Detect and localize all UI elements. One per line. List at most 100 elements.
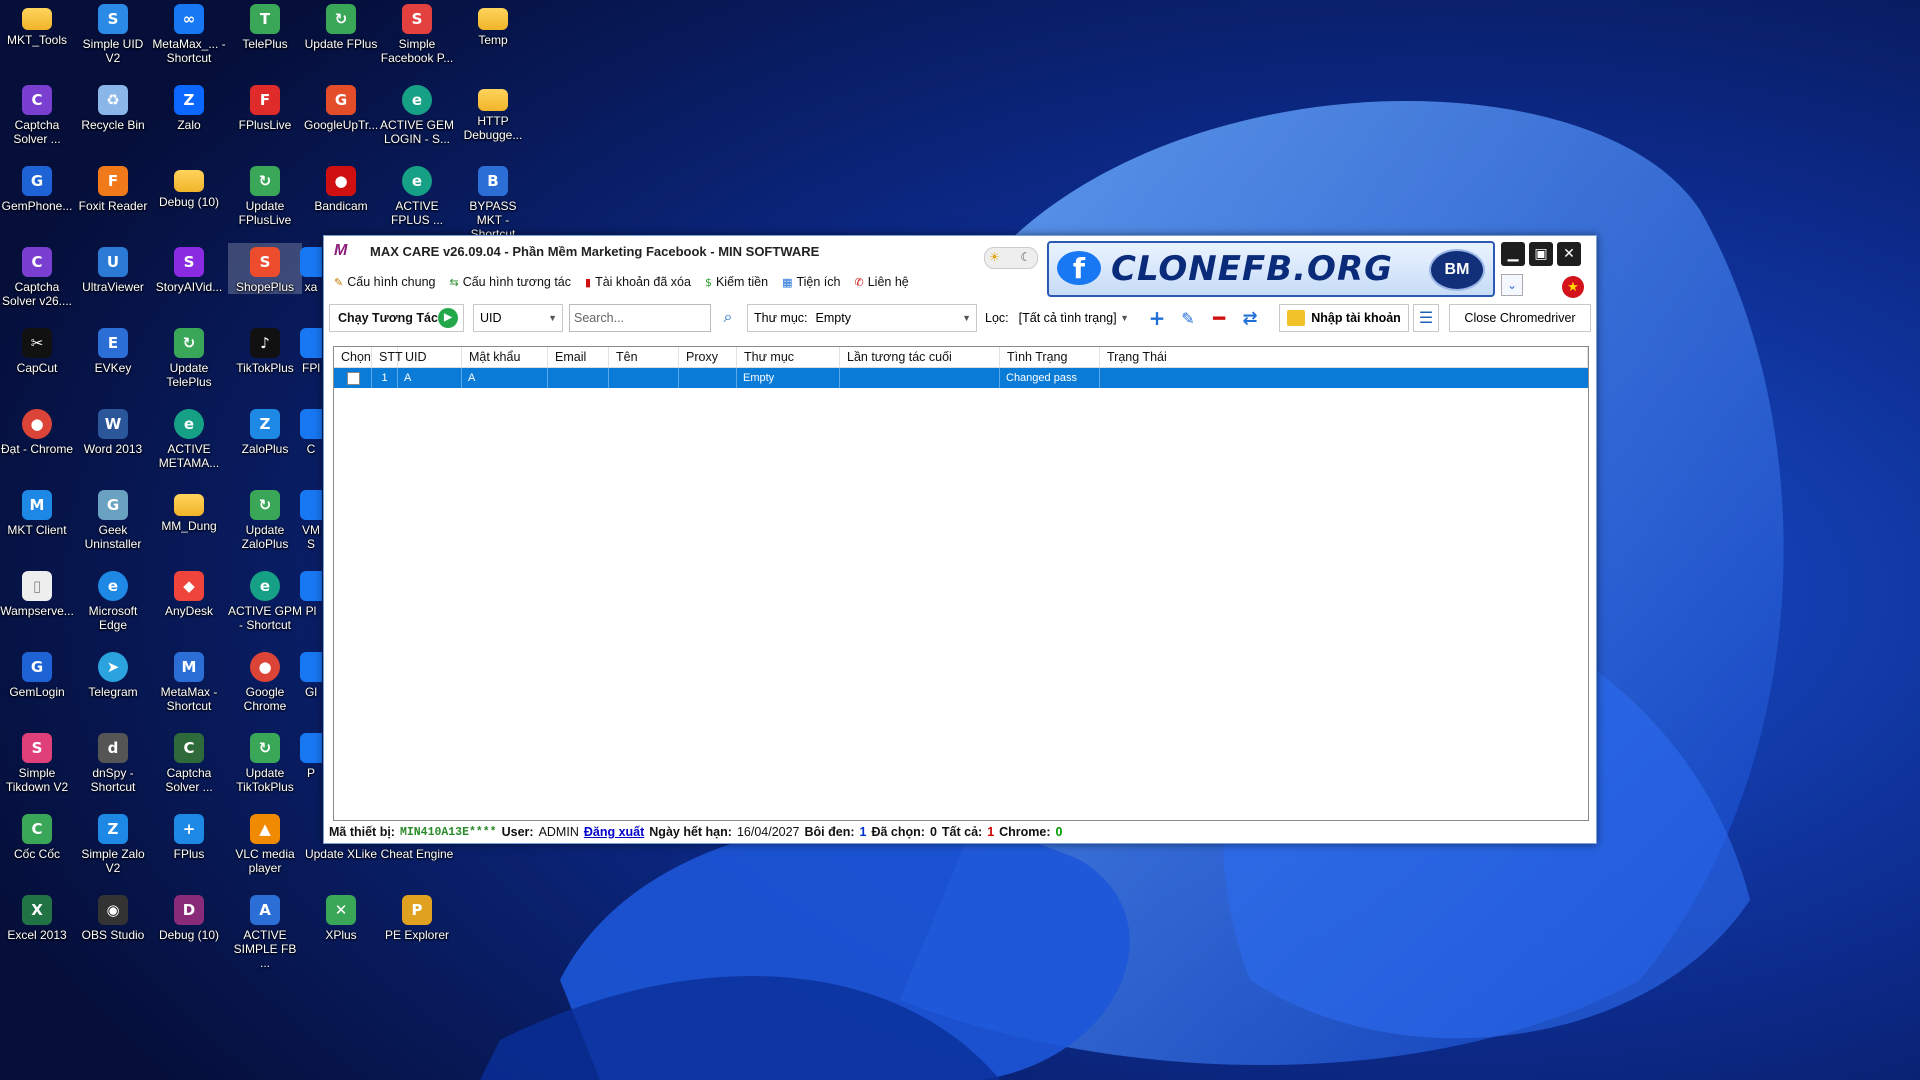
uid-select[interactable]: UID ▼	[473, 304, 563, 332]
search-input[interactable]: Search...	[569, 304, 711, 332]
desktop-icon-11[interactable]: G GoogleUpTr...	[304, 81, 378, 132]
desktop-icon-14[interactable]: G GemPhone...	[0, 162, 74, 213]
desktop-icon-5[interactable]: S Simple Facebook P...	[380, 0, 454, 65]
desktop-icon-34[interactable]: Z ZaloPlus	[228, 405, 302, 456]
menu-item-5[interactable]: ✆ Liên hệ	[855, 272, 909, 292]
desktop-icon-52[interactable]: d dnSpy - Shortcut	[76, 729, 150, 794]
logout-link[interactable]: Đăng xuất	[584, 825, 644, 839]
menu-item-1[interactable]: ⇆ Cấu hình tương tác	[449, 272, 571, 292]
desktop-icon-57[interactable]: C Cốc Cốc	[0, 810, 74, 861]
desktop-icon-66[interactable]: A ACTIVE SIMPLE FB ...	[228, 891, 302, 970]
desktop-icon-35[interactable]: C	[300, 405, 322, 456]
row-checkbox[interactable]	[347, 372, 360, 385]
column-header-7[interactable]: Thư mục	[737, 347, 840, 367]
desktop-icon-48[interactable]: M MetaMax - Shortcut	[152, 648, 226, 713]
desktop-icon-27[interactable]: E EVKey	[76, 324, 150, 375]
clonefb-banner[interactable]: f CLONEFB.ORG BM	[1047, 241, 1495, 297]
close-button[interactable]: ✕	[1557, 242, 1581, 266]
desktop-icon-8[interactable]: ♻ Recycle Bin	[76, 81, 150, 132]
desktop-icon-6[interactable]: Temp	[456, 0, 530, 47]
search-icon[interactable]: ⌕	[715, 304, 741, 332]
desktop-icon-33[interactable]: e ACTIVE METAMA...	[152, 405, 226, 470]
desktop-icon-16[interactable]: Debug (10)	[152, 162, 226, 209]
desktop-icon-41[interactable]: ▯ Wampserve...	[0, 567, 74, 618]
close-chromedriver-button[interactable]: Close Chromedriver	[1449, 304, 1591, 332]
desktop-icon-13[interactable]: HTTP Debugge...	[456, 81, 530, 142]
desktop-icon-10[interactable]: F FPlusLive	[228, 81, 302, 132]
desktop-icon-36[interactable]: M MKT Client	[0, 486, 74, 537]
list-icon[interactable]: ☰	[1413, 304, 1439, 332]
desktop-icon-32[interactable]: W Word 2013	[76, 405, 150, 456]
column-header-6[interactable]: Proxy	[679, 347, 737, 367]
column-header-10[interactable]: Trạng Thái	[1100, 347, 1588, 367]
column-header-2[interactable]: UID	[398, 347, 462, 367]
column-header-9[interactable]: Tình Trạng	[1000, 347, 1100, 367]
run-interaction-button[interactable]: Chạy Tương Tác ▶	[329, 304, 464, 332]
accounts-table[interactable]: Chọn STT UID Mật khẩu Email Tên Proxy Thư mục Lầ…	[333, 346, 1589, 821]
desktop-icon-59[interactable]: + FPlus	[152, 810, 226, 861]
desktop-icon-38[interactable]: MM_Dung	[152, 486, 226, 533]
desktop-icon-7[interactable]: C Captcha Solver ...	[0, 81, 74, 146]
desktop-icon-17[interactable]: ↻ Update FPlusLive	[228, 162, 302, 227]
desktop-icon-42[interactable]: e Microsoft Edge	[76, 567, 150, 632]
desktop-icon-21[interactable]: C Captcha Solver v26....	[0, 243, 74, 308]
desktop-icon-29[interactable]: ♪ TikTokPlus	[228, 324, 302, 375]
desktop-icon-58[interactable]: Z Simple Zalo V2	[76, 810, 150, 875]
filter-select[interactable]: Lọc: [Tất cả tình trạng] ▼	[979, 304, 1134, 332]
desktop-icon-54[interactable]: ↻ Update TikTokPlus	[228, 729, 302, 794]
column-header-4[interactable]: Email	[548, 347, 609, 367]
desktop-icon-26[interactable]: ✂ CapCut	[0, 324, 74, 375]
menu-item-4[interactable]: ▦ Tiện ích	[782, 272, 840, 292]
desktop-icon-55[interactable]: P	[300, 729, 322, 780]
desktop-icon-50[interactable]: Gl	[300, 648, 322, 699]
remove-icon[interactable]: ━	[1206, 306, 1232, 330]
desktop-icon-28[interactable]: ↻ Update TelePlus	[152, 324, 226, 389]
add-icon[interactable]: +	[1144, 306, 1170, 330]
desktop-icon-22[interactable]: U UltraViewer	[76, 243, 150, 294]
desktop-icon-39[interactable]: ↻ Update ZaloPlus	[228, 486, 302, 551]
desktop-icon-31[interactable]: ● Đạt - Chrome	[0, 405, 74, 456]
desktop-icon-68[interactable]: P PE Explorer	[380, 891, 454, 942]
table-row[interactable]: 1 A A Empty Changed pass	[334, 368, 1588, 388]
folder-select[interactable]: Thư mục: Empty ▼	[747, 304, 977, 332]
desktop-icon-46[interactable]: G GemLogin	[0, 648, 74, 699]
desktop-icon-19[interactable]: e ACTIVE FPLUS ...	[380, 162, 454, 227]
desktop-icon-18[interactable]: ● Bandicam	[304, 162, 378, 213]
vietnam-flag-icon[interactable]: ★	[1562, 276, 1584, 298]
edit-icon[interactable]: ✎	[1175, 306, 1201, 330]
desktop-icon-25[interactable]: xa	[300, 243, 322, 294]
column-header-3[interactable]: Mật khẩu	[462, 347, 548, 367]
desktop-icon-2[interactable]: ∞ MetaMax_... - Shortcut	[152, 0, 226, 65]
desktop-icon-37[interactable]: G Geek Uninstaller	[76, 486, 150, 551]
desktop-icon-23[interactable]: S StoryAIVid...	[152, 243, 226, 294]
desktop-icon-4[interactable]: ↻ Update FPlus	[304, 0, 378, 51]
menu-item-3[interactable]: $ Kiếm tiền	[705, 272, 768, 292]
desktop-icon-0[interactable]: MKT_Tools	[0, 0, 74, 47]
desktop-icon-65[interactable]: D Debug (10)	[152, 891, 226, 942]
menu-item-0[interactable]: ✎ Cấu hình chung	[334, 272, 435, 292]
desktop-icon-47[interactable]: ➤ Telegram	[76, 648, 150, 699]
desktop-icon-53[interactable]: C Captcha Solver ...	[152, 729, 226, 794]
desktop-icon-51[interactable]: S Simple Tikdown V2	[0, 729, 74, 794]
desktop-icon-3[interactable]: T TelePlus	[228, 0, 302, 51]
desktop-icon-45[interactable]: Pl	[300, 567, 322, 618]
import-accounts-button[interactable]: Nhập tài khoản	[1279, 304, 1409, 332]
desktop-icon-63[interactable]: X Excel 2013	[0, 891, 74, 942]
menu-item-2[interactable]: ▮ Tài khoản đã xóa	[585, 272, 691, 292]
desktop-icon-40[interactable]: VM S	[300, 486, 322, 551]
desktop-icon-9[interactable]: Z Zalo	[152, 81, 226, 132]
chevron-down-icon[interactable]: ⌄	[1501, 274, 1523, 296]
desktop-icon-64[interactable]: ◉ OBS Studio	[76, 891, 150, 942]
desktop-icon-67[interactable]: ✕ XPlus	[304, 891, 378, 942]
desktop-icon-24[interactable]: S ShopePlus	[228, 243, 302, 294]
row-select-cell[interactable]	[334, 368, 372, 388]
desktop-icon-60[interactable]: ▲ VLC media player	[228, 810, 302, 875]
desktop-icon-43[interactable]: ◆ AnyDesk	[152, 567, 226, 618]
column-header-5[interactable]: Tên	[609, 347, 679, 367]
desktop-icon-44[interactable]: e ACTIVE GPM - Shortcut	[228, 567, 302, 632]
column-header-1[interactable]: STT	[372, 347, 403, 367]
desktop-icon-12[interactable]: e ACTIVE GEM LOGIN - S...	[380, 81, 454, 146]
column-header-8[interactable]: Lần tương tác cuối	[840, 347, 1000, 367]
desktop-icon-49[interactable]: ● Google Chrome	[228, 648, 302, 713]
column-header-0[interactable]: Chọn	[334, 347, 372, 367]
